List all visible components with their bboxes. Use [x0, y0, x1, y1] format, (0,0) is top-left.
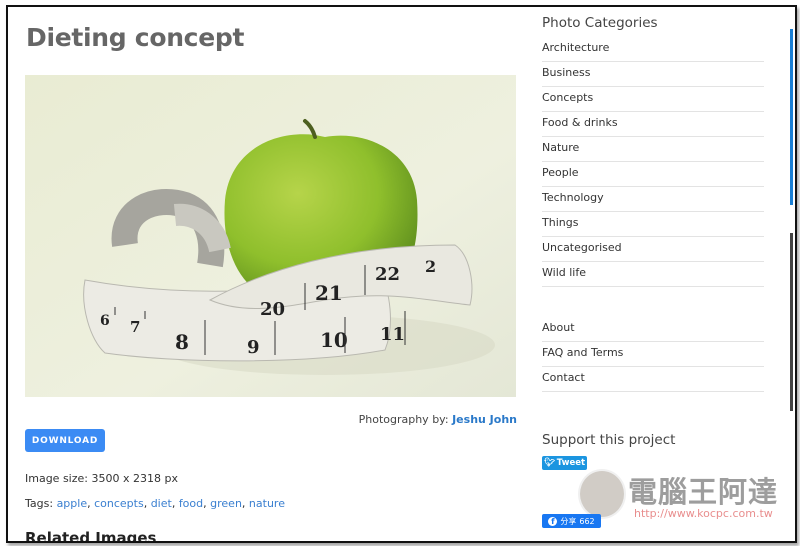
facebook-icon: f — [548, 516, 558, 526]
category-link[interactable]: Business — [542, 66, 591, 79]
facebook-share-button[interactable]: f 分享 662 — [542, 514, 601, 528]
category-link[interactable]: Things — [542, 216, 578, 229]
tag-link[interactable]: green — [210, 497, 242, 510]
watermark-url: http://www.kocpc.com.tw — [634, 507, 773, 520]
tag-link[interactable]: diet — [151, 497, 172, 510]
category-item[interactable]: Business — [542, 62, 764, 87]
category-link[interactable]: Architecture — [542, 41, 609, 54]
page-title: Dieting concept — [26, 23, 245, 52]
browser-frame: Dieting concept 6 7 8 9 10 11 20 21 22 2… — [6, 5, 797, 543]
scrollbar-track-segment[interactable] — [790, 233, 793, 411]
fb-share-count: 662 — [579, 516, 595, 526]
download-button[interactable]: DOWNLOAD — [25, 429, 105, 452]
tag-link[interactable]: apple — [57, 497, 88, 510]
tweet-button[interactable]: 🐦︎ Tweet — [542, 456, 587, 470]
watermark-mascot-icon — [578, 469, 626, 519]
tag-link[interactable]: concepts — [94, 497, 144, 510]
category-item[interactable]: People — [542, 162, 764, 187]
main-photo[interactable]: 6 7 8 9 10 11 20 21 22 2 — [25, 75, 516, 397]
image-size-text: Image size: 3500 x 2318 px — [25, 472, 178, 485]
page-link[interactable]: FAQ and Terms — [542, 346, 623, 359]
category-item[interactable]: Concepts — [542, 87, 764, 112]
apple-tape-image: 6 7 8 9 10 11 20 21 22 2 — [25, 75, 516, 397]
svg-text:7: 7 — [130, 318, 140, 336]
svg-text:6: 6 — [100, 313, 110, 329]
page-item-contact[interactable]: Contact — [542, 367, 764, 392]
page-link[interactable]: About — [542, 321, 575, 334]
tag-link[interactable]: food — [179, 497, 203, 510]
page-item-about[interactable]: About — [542, 317, 764, 342]
photo-credit: Photography by: Jeshu John — [359, 413, 517, 426]
related-images-heading: Related Images — [25, 529, 157, 543]
category-link[interactable]: Wild life — [542, 266, 586, 279]
tag-link[interactable]: nature — [249, 497, 285, 510]
category-item[interactable]: Uncategorised — [542, 237, 764, 262]
category-item[interactable]: Architecture — [542, 37, 764, 62]
fb-share-label: 分享 — [560, 516, 577, 526]
category-item[interactable]: Things — [542, 212, 764, 237]
category-link[interactable]: Nature — [542, 141, 579, 154]
category-item[interactable]: Wild life — [542, 262, 764, 287]
category-item[interactable]: Nature — [542, 137, 764, 162]
tags-label: Tags: — [25, 497, 54, 510]
category-link[interactable]: Food & drinks — [542, 116, 618, 129]
support-title: Support this project — [542, 432, 676, 448]
credit-author-link[interactable]: Jeshu John — [452, 413, 517, 426]
tweet-label: Tweet — [556, 458, 586, 468]
photo-categories-title: Photo Categories — [542, 15, 658, 31]
category-list: Architecture Business Concepts Food & dr… — [542, 37, 764, 287]
category-link[interactable]: Uncategorised — [542, 241, 622, 254]
pages-list: About FAQ and Terms Contact — [542, 317, 764, 392]
page-link[interactable]: Contact — [542, 371, 585, 384]
category-item[interactable]: Technology — [542, 187, 764, 212]
category-link[interactable]: Concepts — [542, 91, 593, 104]
credit-label: Photography by: — [358, 413, 449, 426]
twitter-bird-icon: 🐦︎ — [543, 458, 555, 468]
svg-text:20: 20 — [260, 299, 285, 320]
category-link[interactable]: People — [542, 166, 579, 179]
scrollbar-thumb[interactable] — [790, 29, 793, 205]
svg-text:11: 11 — [380, 324, 405, 345]
svg-text:21: 21 — [315, 281, 343, 305]
sidebar: Photo Categories Architecture Business C… — [542, 15, 764, 392]
category-link[interactable]: Technology — [542, 191, 604, 204]
svg-text:9: 9 — [247, 337, 260, 358]
watermark-text: 電腦王阿達 — [628, 475, 779, 509]
tags-line: Tags: apple, concepts, diet, food, green… — [25, 497, 285, 510]
svg-text:22: 22 — [375, 264, 400, 285]
svg-text:2: 2 — [425, 257, 436, 276]
svg-text:10: 10 — [320, 328, 348, 352]
category-item[interactable]: Food & drinks — [542, 112, 764, 137]
page-item-faq[interactable]: FAQ and Terms — [542, 342, 764, 367]
watermark: 電腦王阿達 http://www.kocpc.com.tw — [578, 467, 778, 523]
svg-text:8: 8 — [175, 330, 189, 354]
